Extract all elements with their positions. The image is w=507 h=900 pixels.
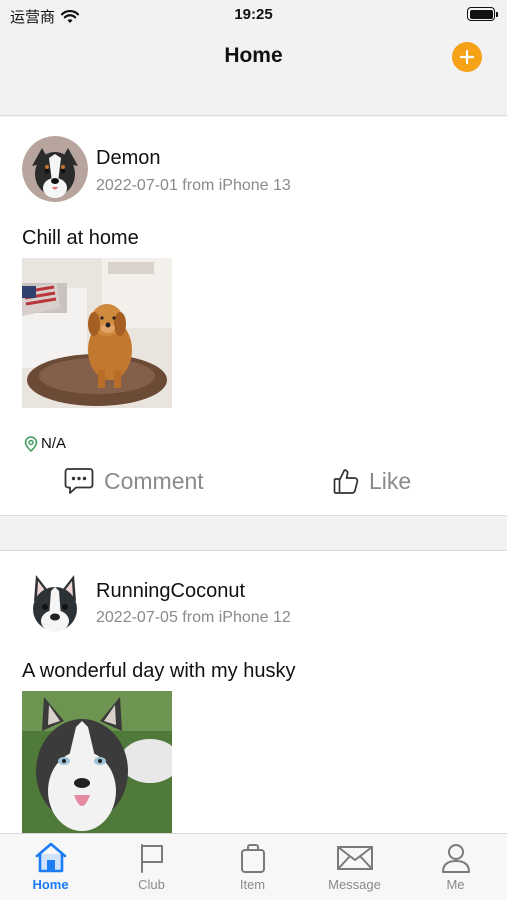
tab-label: Home (32, 877, 69, 892)
post-photo-husky[interactable] (22, 691, 172, 833)
status-bar: 运营商 19:25 (0, 0, 507, 30)
plus-icon (459, 49, 475, 65)
tab-message[interactable]: Message (304, 842, 405, 892)
like-label: Like (369, 467, 412, 494)
avatar[interactable] (22, 136, 88, 202)
navigation-bar: Home (0, 30, 507, 116)
avatar[interactable] (22, 571, 88, 637)
post-username[interactable]: RunningCoconut (96, 580, 245, 603)
bag-icon (240, 844, 265, 873)
tab-label: Club (138, 877, 165, 892)
add-post-button[interactable] (452, 42, 482, 72)
location-pin-icon (24, 435, 38, 452)
tab-club[interactable]: Club (101, 842, 202, 892)
like-button[interactable]: Like (333, 467, 411, 495)
comment-label: Comment (104, 467, 204, 494)
post-meta: 2022-07-05 from iPhone 12 (96, 609, 291, 626)
post-location: N/A (24, 435, 66, 452)
flag-icon (140, 844, 163, 873)
post-caption: Chill at home (22, 227, 139, 249)
person-icon (441, 844, 470, 873)
post-actions: Comment Like (0, 467, 507, 513)
comment-button[interactable]: Comment (64, 467, 204, 495)
battery-icon (467, 7, 498, 21)
post-card: Demon 2022-07-01 from iPhone 13 Chill at… (0, 117, 507, 515)
post-photo-golden-retriever[interactable] (22, 258, 172, 408)
tab-home[interactable]: Home (0, 842, 101, 892)
status-time: 19:25 (234, 6, 273, 23)
post-username[interactable]: Demon (96, 147, 160, 170)
tab-bar: Home Club Item Message Me (0, 833, 507, 900)
tab-item[interactable]: Item (202, 842, 303, 892)
post-separator (0, 515, 507, 551)
location-label: N/A (41, 435, 67, 452)
post-feed[interactable]: Demon 2022-07-01 from iPhone 13 Chill at… (0, 117, 507, 833)
post-card: RunningCoconut 2022-07-05 from iPhone 12… (0, 551, 507, 833)
thumbs-up-icon (333, 469, 359, 494)
tab-me[interactable]: Me (405, 842, 506, 892)
post-caption: A wonderful day with my husky (22, 660, 296, 682)
comment-icon (64, 468, 94, 494)
tab-label: Message (328, 877, 381, 892)
tab-label: Me (446, 877, 465, 892)
envelope-icon (336, 846, 373, 870)
tab-label: Item (239, 877, 266, 892)
home-icon (35, 842, 66, 873)
page-title: Home (224, 44, 283, 67)
post-meta: 2022-07-01 from iPhone 13 (96, 177, 291, 194)
